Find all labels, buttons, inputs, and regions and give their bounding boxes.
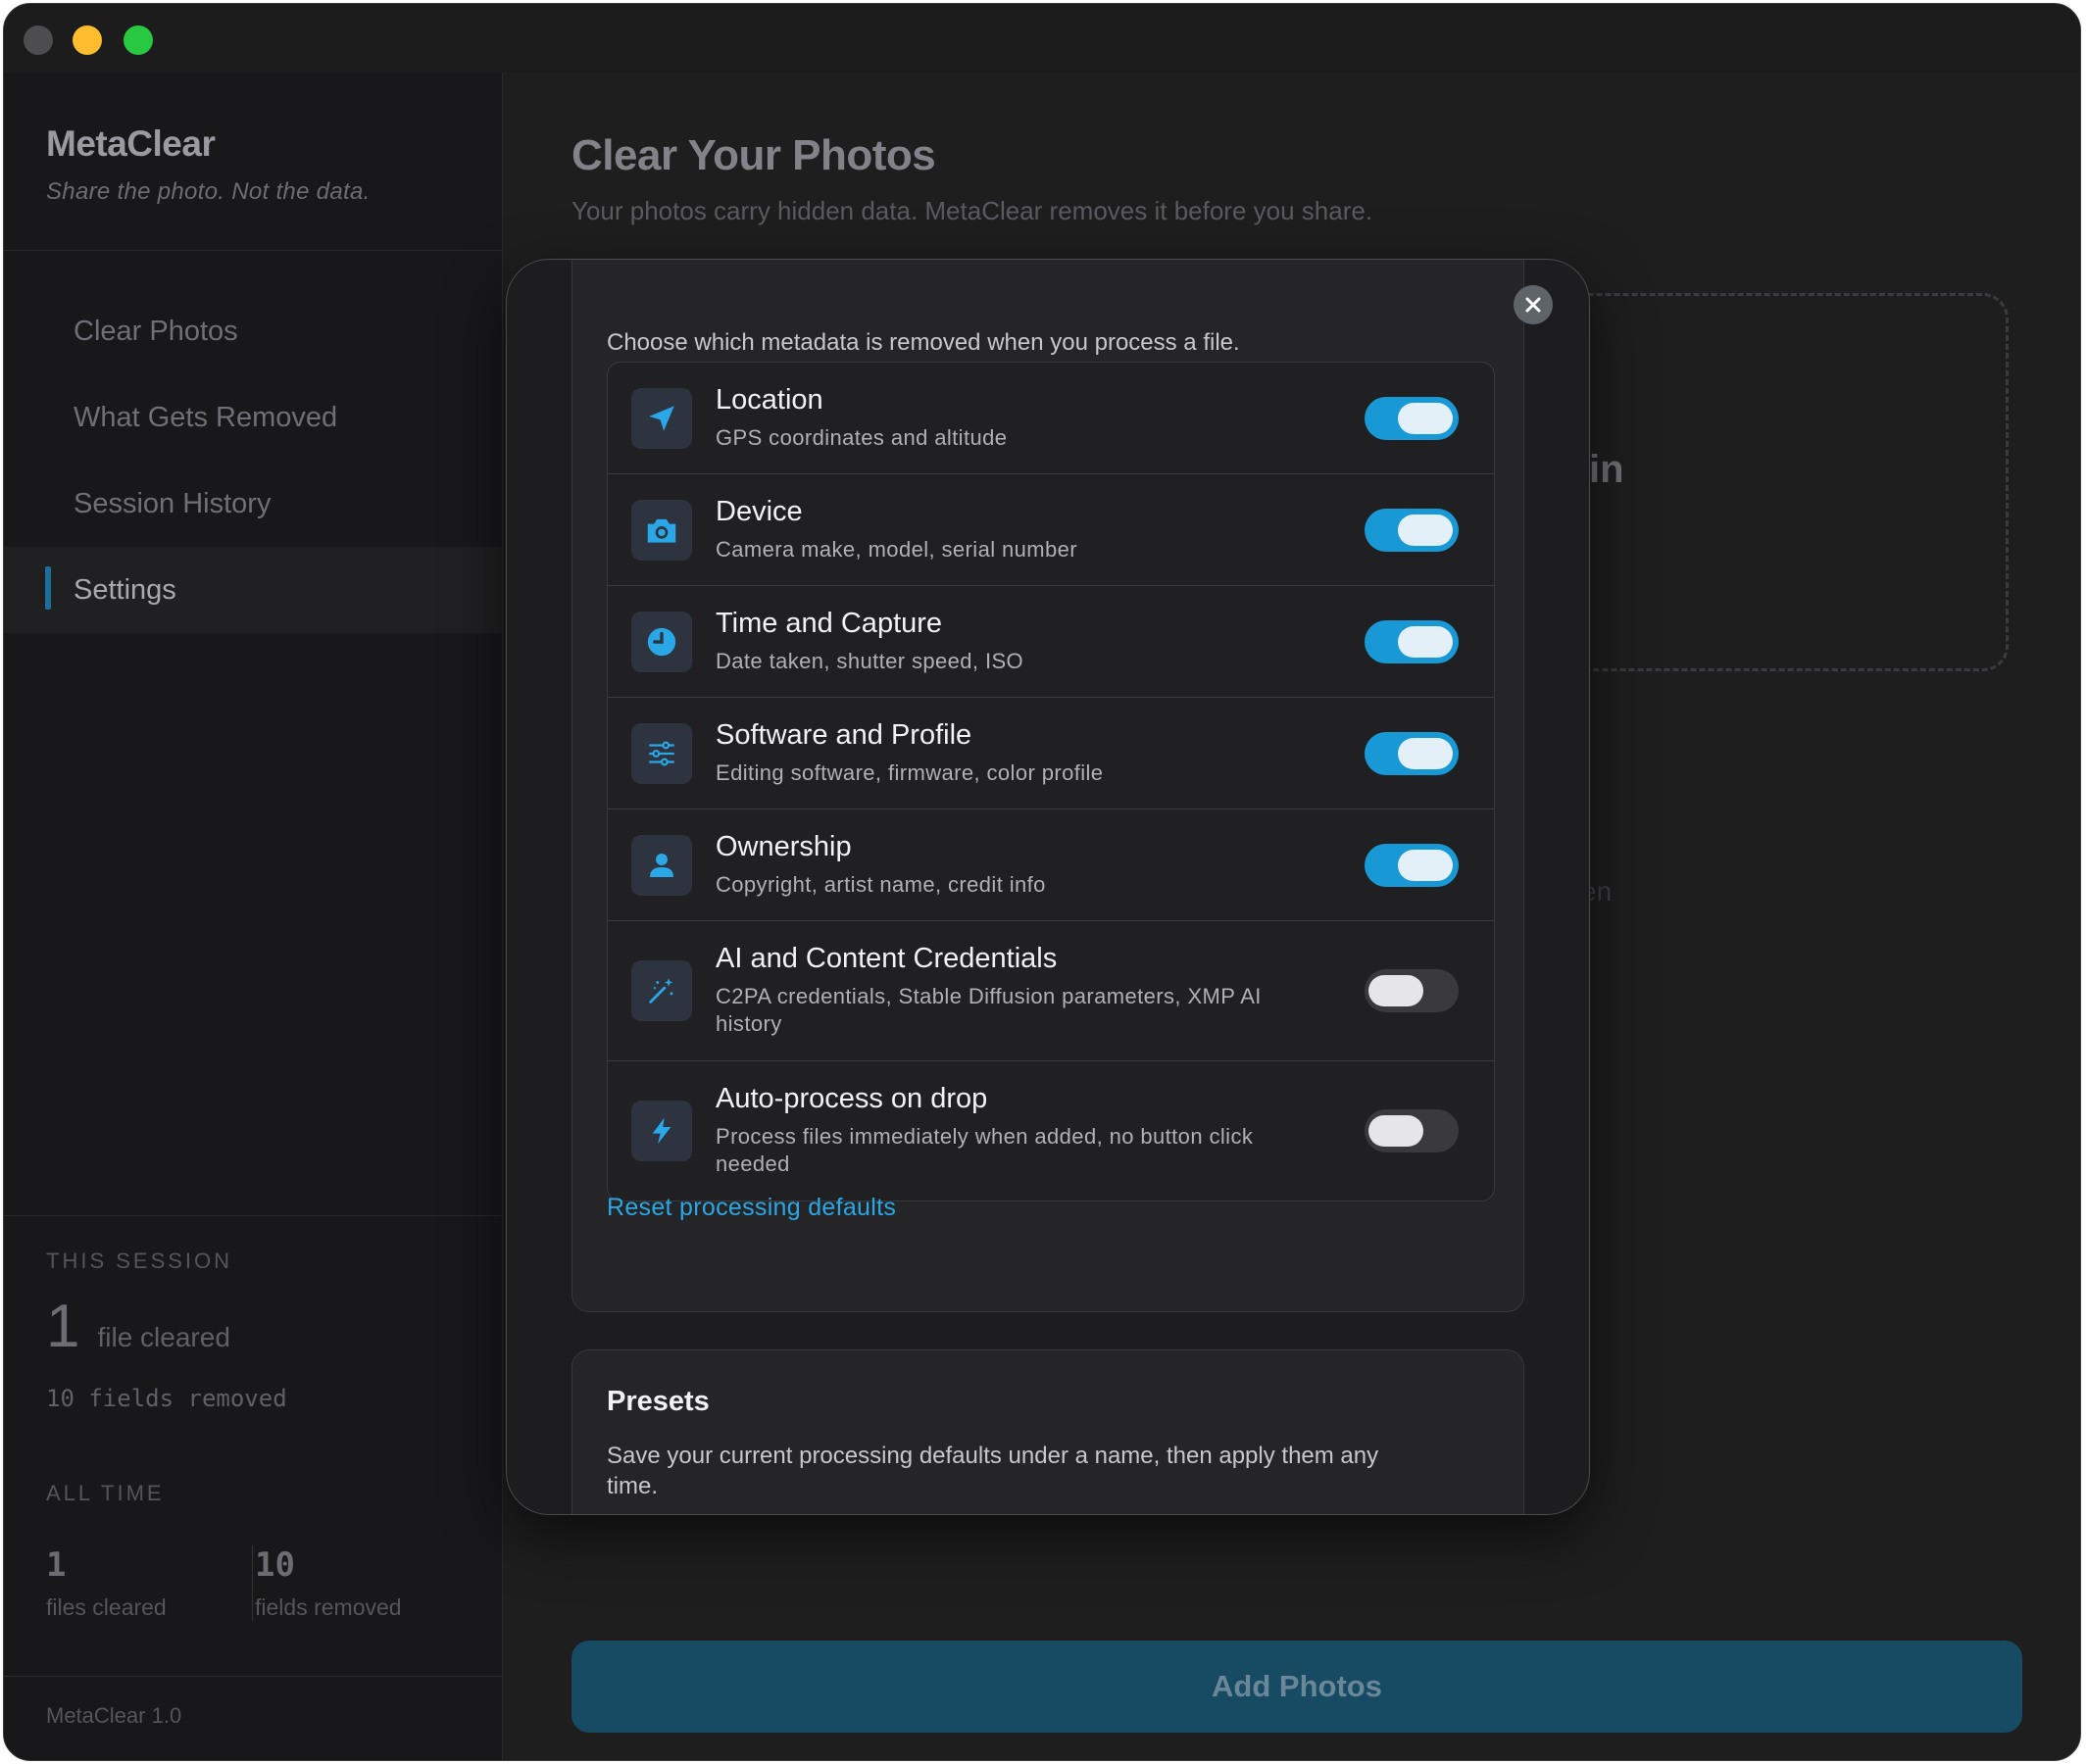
option-row-time-and-capture: Time and Capture Date taken, shutter spe… [608,586,1494,698]
session-file-label: file cleared [97,1322,230,1352]
option-title: AI and Content Credentials [716,943,1058,974]
settings-modal: Choose which metadata is removed when yo… [506,259,1590,1515]
all-time-files-count: 1 [46,1545,67,1585]
option-row-auto-process-on-drop: Auto-process on drop Process files immed… [608,1061,1494,1200]
option-row-device: Device Camera make, model, serial number [608,474,1494,586]
app-tagline: Share the photo. Not the data. [46,178,371,205]
close-icon [1525,297,1541,313]
session-fields-removed: 10 fields removed [46,1385,287,1412]
lightning-icon [652,1117,671,1145]
option-row-ai-and-content-credentials: AI and Content Credentials C2PA credenti… [608,921,1494,1061]
time-and-capture-toggle[interactable] [1365,619,1459,663]
all-time-fields-count: 10 [255,1545,295,1585]
ownership-toggle[interactable] [1365,843,1459,887]
dropzone-text-fragment: in [1589,448,1624,491]
option-title: Location [716,384,823,416]
option-row-location: Location GPS coordinates and altitude [608,363,1494,474]
person-icon [650,853,673,877]
sidebar-divider [4,250,502,251]
title-bar [4,4,2080,73]
option-row-ownership: Ownership Copyright, artist name, credit… [608,809,1494,921]
option-description: Process files immediately when added, no… [716,1124,1254,1176]
option-row-software-and-profile: Software and Profile Editing software, f… [608,698,1494,809]
option-description: Editing software, firmware, color profil… [716,760,1104,785]
session-file-count: 1 [46,1293,80,1360]
presets-card: Presets Save your current processing def… [571,1349,1524,1514]
metadata-options-list: Location GPS coordinates and altitude De… [607,362,1495,1201]
sidebar-divider [4,1676,502,1677]
app-version: MetaClear 1.0 [46,1703,182,1728]
option-title: Ownership [716,831,852,862]
option-description: Date taken, shutter speed, ISO [716,649,1024,673]
page-title: Clear Your Photos [571,131,936,179]
all-time-files-label: files cleared [46,1594,167,1620]
session-stats: THIS SESSION 1 file cleared 10 fields re… [46,1249,477,1621]
auto-process-on-drop-toggle[interactable] [1365,1109,1459,1152]
location-toggle[interactable] [1365,396,1459,440]
ai-and-content-credentials-toggle[interactable] [1365,969,1459,1012]
sidebar: MetaClear Share the photo. Not the data.… [4,73,503,1760]
option-title: Time and Capture [716,608,943,639]
sidebar-item-session-history[interactable]: Session History [4,461,502,547]
presets-title: Presets [607,1386,710,1417]
option-description: C2PA credentials, Stable Diffusion param… [716,984,1262,1036]
option-description: GPS coordinates and altitude [716,425,1008,450]
option-description: Copyright, artist name, credit info [716,872,1046,897]
presets-description: Save your current processing defaults un… [607,1443,1379,1499]
all-time-fields-label: fields removed [255,1594,402,1620]
window-zoom-button[interactable] [124,25,153,55]
this-session-heading: THIS SESSION [46,1249,233,1273]
app-window: MetaClear Share the photo. Not the data.… [3,3,2081,1761]
reset-processing-defaults-link[interactable]: Reset processing defaults [607,1194,896,1222]
sidebar-nav: Clear Photos What Gets Removed Session H… [4,288,502,633]
sidebar-item-clear-photos[interactable]: Clear Photos [4,288,502,374]
camera-icon [647,518,676,543]
all-time-heading: ALL TIME [46,1481,165,1505]
option-title: Device [716,496,803,527]
sidebar-item-settings[interactable]: Settings [4,547,502,633]
device-toggle[interactable] [1365,508,1459,552]
magic-wand-icon [649,978,673,1004]
option-description: Camera make, model, serial number [716,537,1078,562]
brand: MetaClear Share the photo. Not the data. [46,123,371,206]
window-minimize-button[interactable] [73,25,102,55]
modal-close-button[interactable] [1514,285,1553,324]
option-title: Software and Profile [716,719,972,751]
page-subtitle: Your photos carry hidden data. MetaClear… [571,196,1373,225]
add-photos-button[interactable]: Add Photos [571,1641,2022,1733]
sidebar-item-what-gets-removed[interactable]: What Gets Removed [4,374,502,461]
app-name: MetaClear [46,123,216,164]
sidebar-divider [4,1215,502,1216]
processing-defaults-card: Choose which metadata is removed when yo… [571,260,1524,1312]
sliders-icon [649,741,674,765]
processing-intro: Choose which metadata is removed when yo… [607,329,1240,356]
clock-icon [647,627,676,656]
option-title: Auto-process on drop [716,1083,988,1114]
software-and-profile-toggle[interactable] [1365,731,1459,775]
window-close-button[interactable] [24,25,53,55]
location-arrow-icon [649,405,674,431]
